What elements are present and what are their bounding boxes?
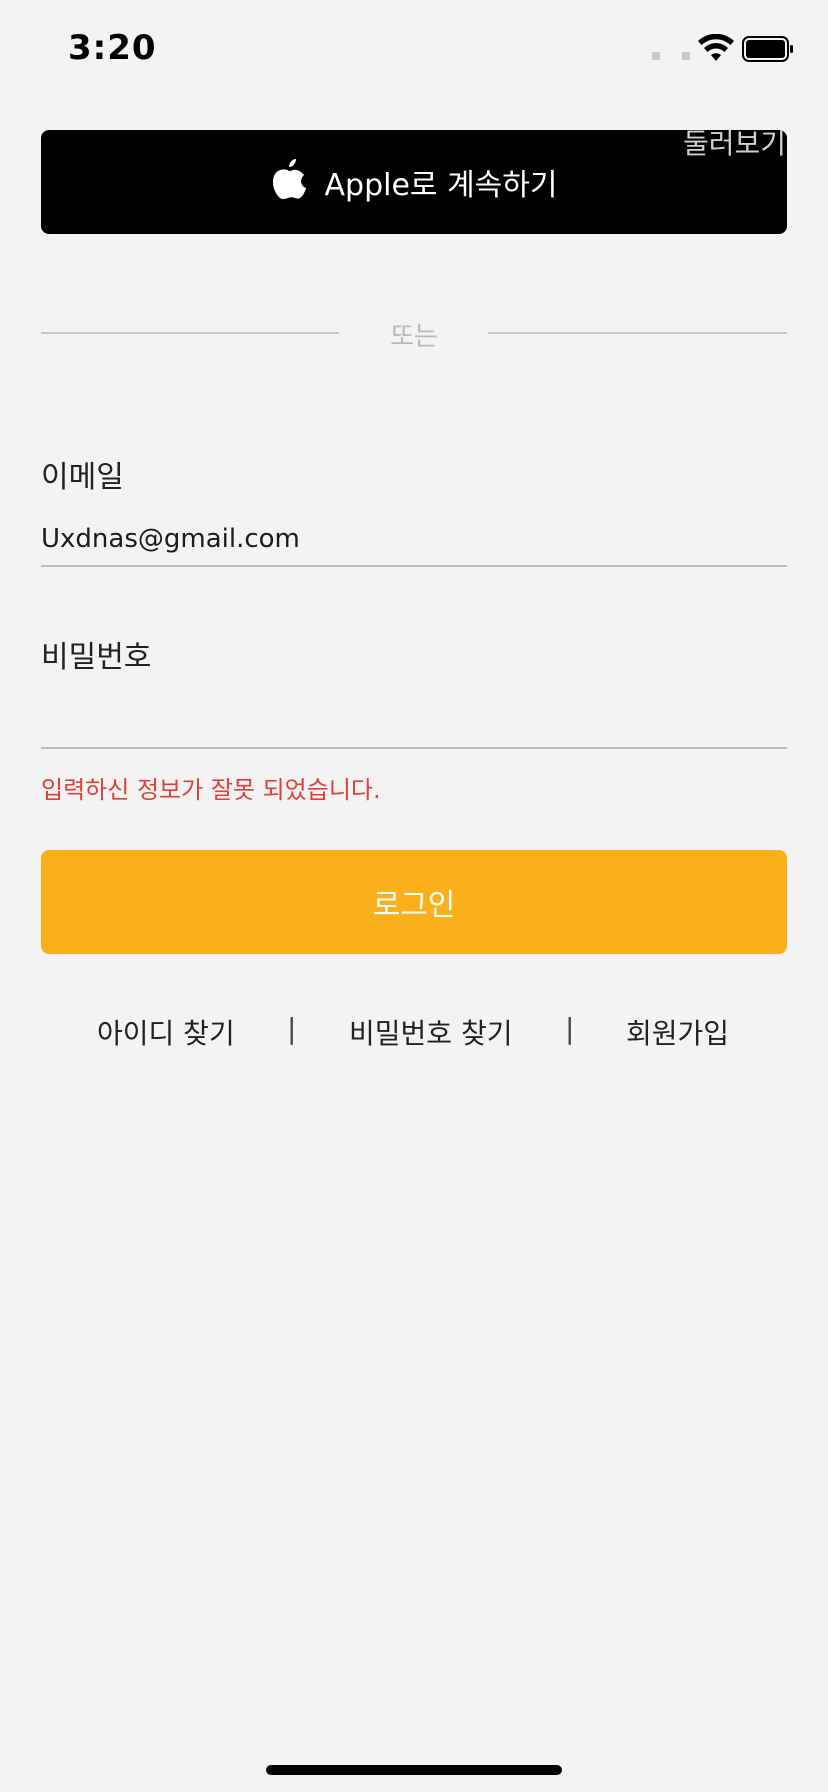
find-id-link[interactable]: 아이디 찾기 <box>97 1012 235 1052</box>
link-separator: | <box>565 1012 575 1045</box>
password-field-container <box>41 697 787 749</box>
link-separator: | <box>287 1012 297 1045</box>
email-input[interactable] <box>41 515 787 563</box>
cellular-signal-icon <box>652 52 692 62</box>
apple-logo-icon <box>272 159 306 200</box>
home-indicator[interactable] <box>266 1765 562 1775</box>
password-label: 비밀번호 <box>41 640 152 675</box>
or-divider: 또는 <box>41 316 787 352</box>
battery-icon <box>742 36 793 62</box>
login-button-label: 로그인 <box>372 888 456 923</box>
wifi-icon <box>698 34 734 61</box>
browse-link[interactable]: 둘러보기 <box>683 122 786 162</box>
apple-signin-button[interactable]: Apple로 계속하기 <box>41 130 787 234</box>
password-input[interactable] <box>41 697 787 745</box>
account-links: 아이디 찾기 | 비밀번호 찾기 | 회원가입 <box>41 1012 787 1056</box>
find-password-link[interactable]: 비밀번호 찾기 <box>349 1012 512 1052</box>
email-field-container <box>41 515 787 567</box>
login-button[interactable]: 로그인 <box>41 850 787 954</box>
apple-signin-label: Apple로 계속하기 <box>324 168 558 203</box>
email-label: 이메일 <box>41 460 124 495</box>
status-time: 3:20 <box>68 28 157 68</box>
divider-label: 또는 <box>390 322 438 352</box>
signup-link[interactable]: 회원가입 <box>626 1012 729 1052</box>
error-message: 입력하신 정보가 잘못 되었습니다. <box>41 776 381 804</box>
status-bar: 3:20 <box>0 0 828 100</box>
